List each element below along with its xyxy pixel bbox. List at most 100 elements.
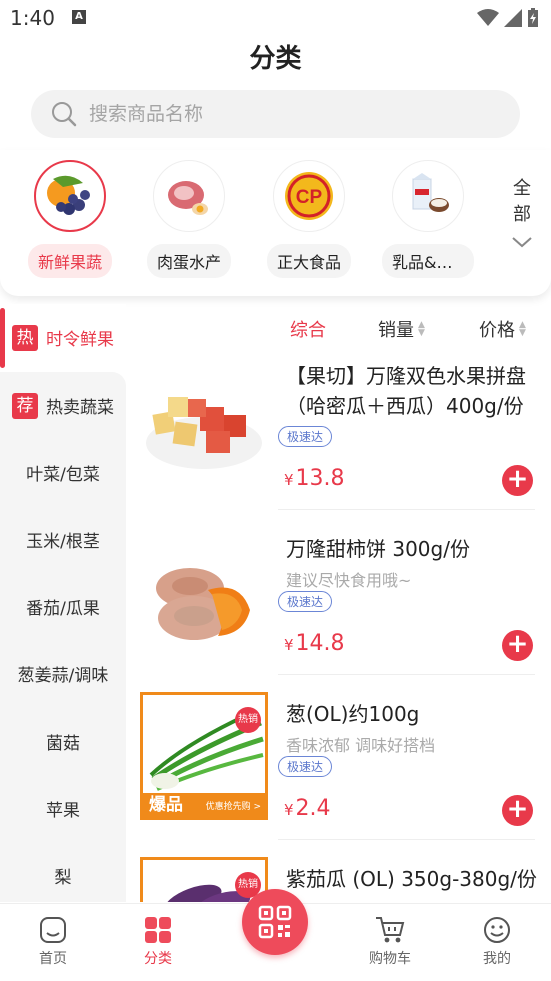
fruit-basket-icon [34,160,106,232]
hot-tag: 热 [12,324,38,351]
meat-egg-icon [153,160,225,232]
product-price: ¥13.8 [284,466,345,491]
product-name: 【果切】万隆双色水果拼盘（哈密瓜＋西瓜）400g/份 [286,364,526,418]
all-categories-button[interactable]: 全 部 [507,176,537,258]
product-image: 热销 爆品 优惠抢先购 > [140,692,268,820]
system-icons [477,8,539,28]
sort-price[interactable]: 价格 ▲ ▼ [479,316,526,342]
promo-subtext: 优惠抢先购 > [205,802,261,812]
product-image [140,530,268,658]
sidebar-item-label: 玉米/根茎 [26,532,100,552]
cart-icon [376,917,405,943]
sort-arrows-icon: ▲ ▼ [519,320,526,338]
sidebar-item-tomato-melon[interactable]: 番茄/瓜果 [0,573,126,640]
product-card[interactable]: 万隆甜柿饼 300g/份 建议尽快食用哦~ 极速达 ¥14.8 + [128,510,551,675]
sidebar-item-label: 葱姜蒜/调味 [17,666,109,686]
notification-a-icon: A [72,10,86,24]
search-icon [52,102,77,127]
sort-overall-label: 综合 [290,320,326,341]
add-to-cart-button[interactable]: + [502,630,533,661]
product-name: 万隆甜柿饼 300g/份 [286,537,470,561]
price-value: 13.8 [295,466,345,491]
svg-text:CP: CP [296,187,323,208]
tab-home[interactable]: 首页 [13,914,93,968]
tab-category[interactable]: 分类 [118,914,198,968]
express-badge: 极速达 [278,756,333,777]
promo-banner: 爆品 [149,795,183,815]
currency-symbol: ¥ [284,801,294,819]
express-badge: 极速达 [278,426,333,447]
add-to-cart-button[interactable]: + [502,795,533,826]
tab-mine[interactable]: 我的 [457,914,537,968]
sidebar-item-label: 热卖蔬菜 [46,398,114,418]
home-icon [40,917,66,943]
tab-cart-label: 购物车 [369,951,411,967]
sidebar-item-leafy[interactable]: 叶菜/包菜 [0,439,126,506]
tab-home-label: 首页 [39,951,67,967]
sort-price-label: 价格 [479,320,515,341]
product-card[interactable]: 热销 爆品 优惠抢先购 > 葱(OL)约100g 香味浓郁 调味好搭档 极速达 … [128,675,551,840]
tab-category-label: 分类 [144,951,172,967]
search-input[interactable] [89,103,469,125]
sidebar-item-seasoning[interactable]: 葱姜蒜/调味 [0,640,126,707]
cp-logo-icon: CP [273,160,345,232]
sidebar-item-label: 梨 [54,868,72,888]
status-bar: 1:40 A [0,0,551,36]
hot-sale-tag: 热销 [235,707,261,733]
add-to-cart-button[interactable]: + [502,465,533,496]
product-card[interactable]: 【果切】万隆双色水果拼盘（哈密瓜＋西瓜）400g/份 极速达 ¥13.8 + [128,345,551,510]
tab-cart[interactable]: 购物车 [350,914,430,968]
product-name: 葱(OL)约100g [286,702,420,726]
category-label: 肉蛋水产 [146,244,231,278]
sidebar-item-label: 叶菜/包菜 [26,465,100,485]
dairy-icon [392,160,464,232]
sort-overall[interactable]: 综合 [290,316,326,342]
page-title: 分类 [249,44,302,74]
product-image [140,365,268,493]
sidebar-item-label: 苹果 [46,801,80,821]
product-image: 热销 [140,857,268,902]
sort-sales-label: 销量 [378,320,414,341]
sidebar-item-seasonal-fruit[interactable]: 热 时令鲜果 [0,304,126,371]
product-card[interactable]: 热销 紫茄瓜 (OL) 350g-380g/份 [128,840,551,902]
wifi-icon [477,9,499,26]
category-cp-foods[interactable]: CP 正大食品 [254,160,364,282]
product-subtitle: 建议尽快食用哦~ [286,571,412,590]
sidebar-item-corn-root[interactable]: 玉米/根茎 [0,506,126,573]
sidebar-item-label: 时令鲜果 [46,330,114,350]
sort-sales[interactable]: 销量 ▲ ▼ [378,316,425,342]
category-fresh-fruit-veg[interactable]: 新鲜果蔬 [15,160,125,282]
category-grid-icon [145,917,171,943]
all-label-line2: 部 [513,204,531,225]
status-time: 1:40 [10,6,55,30]
sidebar: 热 时令鲜果 荐 热卖蔬菜 叶菜/包菜 玉米/根茎 番茄/瓜果 葱姜蒜/调味 菌… [0,302,126,902]
product-price: ¥14.8 [284,631,345,656]
category-label: 新鲜果蔬 [27,244,112,278]
sidebar-item-apple[interactable]: 苹果 [0,775,126,842]
recommend-tag: 荐 [12,392,38,419]
product-name: 紫茄瓜 (OL) 350g-380g/份 [286,867,537,891]
tab-mine-label: 我的 [483,951,511,967]
chevron-down-icon [512,237,532,248]
price-value: 14.8 [295,631,345,656]
category-label: 乳品&冷… [382,244,474,278]
price-value: 2.4 [295,796,331,821]
scan-button[interactable] [242,889,308,955]
signal-icon [504,9,522,27]
currency-symbol: ¥ [284,636,294,654]
express-badge: 极速达 [278,591,333,612]
search-bar[interactable] [31,90,520,138]
category-dairy-frozen[interactable]: 乳品&冷… [373,160,483,282]
sidebar-item-pear[interactable]: 梨 [0,842,126,909]
all-label-line1: 全 [513,178,531,199]
sidebar-item-mushroom[interactable]: 菌菇 [0,708,126,775]
currency-symbol: ¥ [284,471,294,489]
sidebar-item-hot-vegetables[interactable]: 荐 热卖蔬菜 [0,372,126,439]
product-price: ¥2.4 [284,796,331,821]
category-strip: 新鲜果蔬 肉蛋水产 CP 正大食品 乳品&冷… 全 部 [0,150,551,296]
sidebar-item-label: 菌菇 [46,734,80,754]
product-subtitle: 香味浓郁 调味好搭档 [286,736,436,755]
sidebar-item-label: 番茄/瓜果 [26,599,100,619]
category-meat-egg-seafood[interactable]: 肉蛋水产 [134,160,244,282]
smiley-icon [484,917,510,943]
